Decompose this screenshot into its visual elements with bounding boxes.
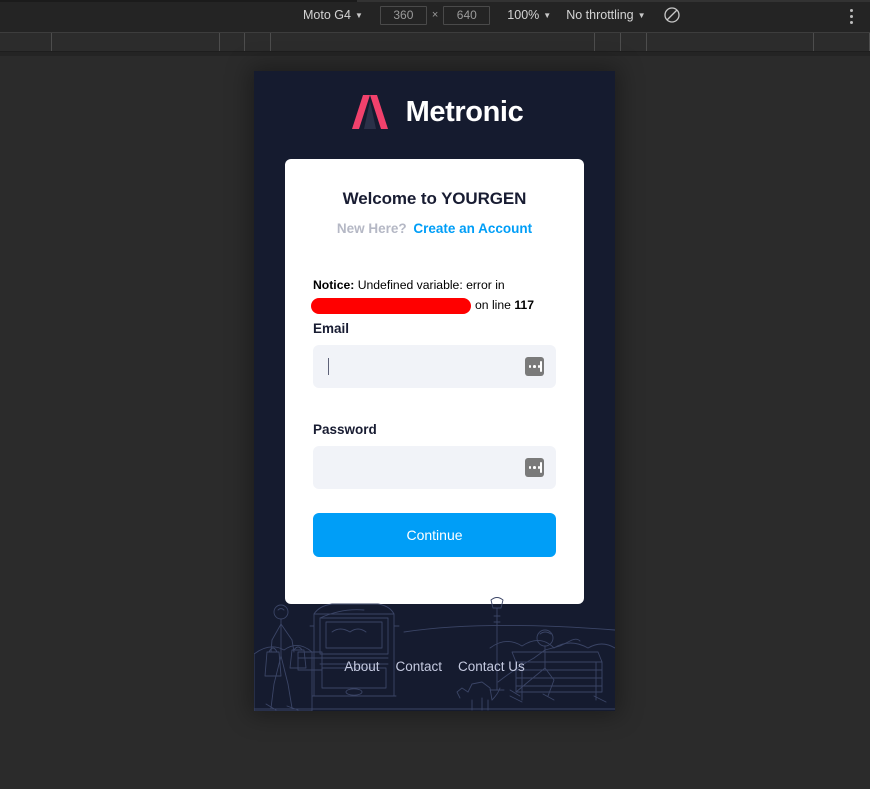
viewport-height-input[interactable] — [443, 5, 491, 25]
dimension-separator: × — [431, 9, 439, 21]
autofill-icon[interactable] — [525, 458, 544, 477]
notice-label: Notice — [313, 278, 351, 292]
dot-2 — [849, 14, 853, 18]
ruler-segment — [814, 33, 870, 51]
ruler-segment — [595, 33, 621, 51]
email-field-group: Email — [313, 321, 556, 388]
notice-line-1: Notice: Undefined variable: error in — [313, 276, 556, 295]
throttling-selector[interactable]: No throttling ▼ — [563, 5, 648, 25]
ruler-segment — [245, 33, 271, 51]
brand-header: Metronic — [254, 85, 615, 139]
zoom-selector-label: 100% — [507, 8, 540, 22]
email-input[interactable] — [313, 345, 556, 388]
dot-1 — [528, 365, 532, 368]
ruler-segment — [0, 33, 52, 51]
dot-3 — [849, 20, 853, 24]
chevron-down-icon: ▼ — [354, 11, 363, 20]
email-field-label: Email — [313, 321, 350, 336]
footer-link-contact-us[interactable]: Contact Us — [458, 659, 525, 674]
device-selector-label: Moto G4 — [303, 8, 351, 22]
device-viewport: Metronic Welcome to YOURGEN New Here? Cr… — [254, 71, 615, 711]
page-title: Welcome to YOURGEN — [342, 189, 527, 208]
zoom-selector[interactable]: 100% ▼ — [504, 5, 554, 25]
ruler-segment — [621, 33, 647, 51]
dot-1 — [528, 466, 532, 469]
continue-button[interactable]: Continue — [313, 513, 556, 557]
footer-link-about[interactable]: About — [344, 659, 379, 674]
notice-line-number: 117 — [514, 298, 534, 312]
footer-links: About Contact Contact Us — [254, 659, 615, 674]
password-field-group: Password — [313, 422, 556, 489]
password-input[interactable] — [313, 446, 556, 489]
rotate-device-icon[interactable] — [663, 6, 681, 24]
device-selector[interactable]: Moto G4 ▼ — [300, 5, 366, 25]
city-scene-line-art-illustration — [254, 596, 615, 711]
create-account-link[interactable]: Create an Account — [413, 221, 532, 236]
autofill-icon[interactable] — [525, 357, 544, 376]
devtools-chrome: Moto G4 ▼ × 100% ▼ No throttling ▼ — [0, 0, 870, 56]
email-input-wrapper — [313, 345, 556, 388]
device-emulation-toolbar: Moto G4 ▼ × 100% ▼ No throttling ▼ — [0, 2, 870, 28]
throttling-selector-label: No throttling — [566, 8, 634, 22]
notice-line-prefix: on line — [475, 298, 515, 312]
brand-name: Metronic — [405, 95, 524, 128]
chevron-down-icon: ▼ — [543, 11, 552, 20]
viewport-width-input[interactable] — [379, 5, 427, 25]
text-cursor — [328, 358, 329, 375]
autofill-cursor-bar — [540, 361, 542, 372]
dot-2 — [533, 365, 536, 368]
chrome-bottom-divider — [0, 53, 870, 56]
ruler-segment — [271, 33, 595, 51]
php-notice-message: Notice: Undefined variable: error in on … — [311, 276, 556, 315]
notice-message: Undefined variable: error in — [354, 278, 505, 292]
password-input-wrapper — [313, 446, 556, 489]
device-ruler-bar[interactable] — [0, 32, 870, 52]
password-field-label: Password — [313, 422, 377, 437]
notice-line-2: on line 117 — [311, 296, 556, 315]
dot-1 — [849, 8, 853, 12]
signup-prompt-text: New Here? — [336, 221, 407, 236]
dot-2 — [533, 466, 536, 469]
notice-line-info: on line 117 — [475, 296, 534, 315]
footer-link-contact[interactable]: Contact — [395, 659, 442, 674]
metronic-logo-icon — [346, 93, 394, 131]
ruler-segment — [52, 33, 220, 51]
more-options-button[interactable] — [840, 6, 862, 26]
auth-card: Welcome to YOURGEN New Here? Create an A… — [285, 159, 584, 604]
ruler-segment — [220, 33, 245, 51]
redacted-file-path — [311, 298, 471, 314]
chevron-down-icon: ▼ — [637, 11, 646, 20]
autofill-cursor-bar — [540, 462, 542, 473]
ruler-segment — [647, 33, 814, 51]
signup-prompt: New Here? Create an Account — [313, 221, 556, 236]
